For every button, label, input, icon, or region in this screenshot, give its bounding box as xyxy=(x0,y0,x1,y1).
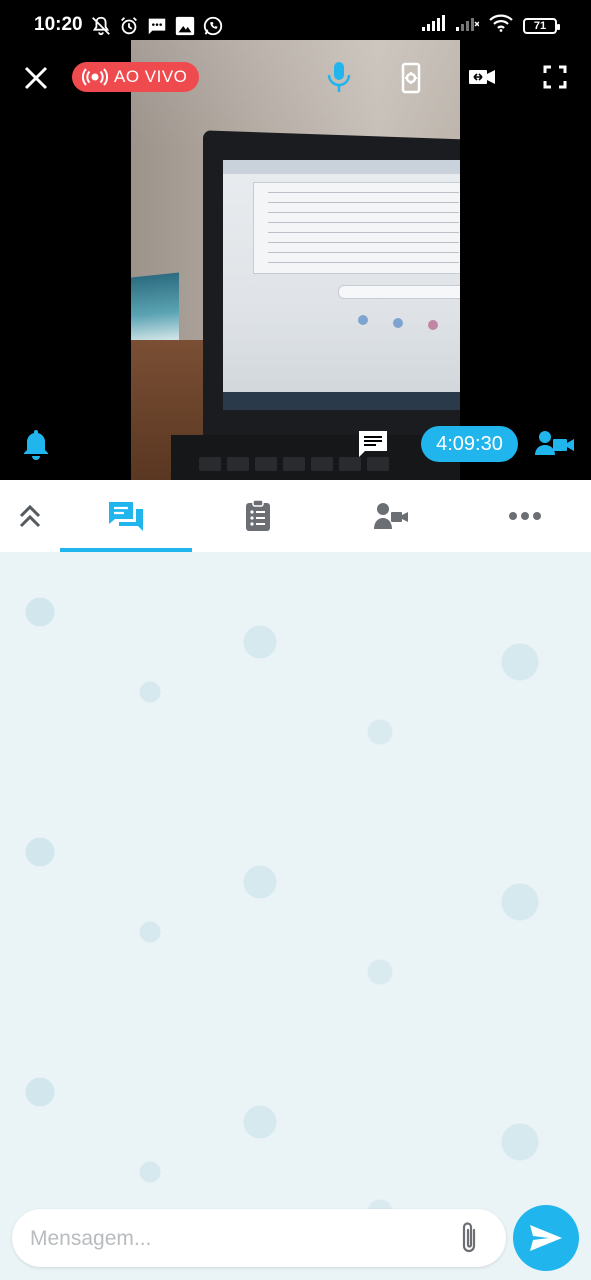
bell-icon xyxy=(24,430,48,460)
close-button[interactable] xyxy=(18,60,54,96)
messages-icon xyxy=(146,15,168,42)
camera-feed xyxy=(131,40,460,480)
attach-button[interactable] xyxy=(454,1221,484,1255)
chat-overlay-button[interactable] xyxy=(355,427,391,461)
live-video-area[interactable]: 10:20 71 AO VIVO 4:09:30 xyxy=(0,0,591,480)
camera-settings-icon xyxy=(401,62,421,94)
laptop-taskbar xyxy=(223,392,460,410)
chat-icon xyxy=(359,431,387,457)
chat-bubbles-icon xyxy=(109,502,143,531)
live-timer: 4:09:30 xyxy=(421,426,518,462)
image-icon xyxy=(174,15,196,42)
collapse-button[interactable] xyxy=(0,480,60,552)
whatsapp-icon xyxy=(202,15,224,42)
paperclip-icon xyxy=(462,1222,476,1253)
message-composer xyxy=(12,1209,506,1269)
laptop-screen xyxy=(223,160,460,410)
message-input[interactable] xyxy=(28,1209,442,1269)
double-chevron-up-icon xyxy=(19,504,41,528)
fullscreen-icon xyxy=(543,65,567,89)
status-system-icons: 71 xyxy=(421,14,560,37)
notification-bell-button[interactable] xyxy=(20,426,52,462)
tab-participants[interactable] xyxy=(324,480,458,552)
switch-camera-icon xyxy=(469,70,495,84)
battery-icon: 71 xyxy=(523,17,560,34)
microphone-button[interactable] xyxy=(322,58,356,96)
browser-tab-strip xyxy=(223,160,460,174)
tab-bar xyxy=(0,480,591,552)
wifi-icon xyxy=(489,14,513,37)
switch-camera-button[interactable] xyxy=(466,62,498,92)
status-bar: 10:20 71 xyxy=(0,0,591,52)
alarm-icon xyxy=(118,15,140,42)
microphone-icon xyxy=(327,62,351,92)
tab-more[interactable] xyxy=(458,480,591,552)
signal-weak-icon xyxy=(455,14,480,37)
shortcut-icon xyxy=(393,318,403,328)
clipboard-list-icon xyxy=(246,499,270,531)
shortcut-icon xyxy=(358,315,368,325)
broadcast-icon xyxy=(82,68,108,86)
live-label: AO VIVO xyxy=(114,67,188,86)
shortcut-icon xyxy=(428,320,438,330)
more-dots-icon xyxy=(508,512,541,520)
tab-notes[interactable] xyxy=(192,480,324,552)
user-camera-icon xyxy=(374,503,408,529)
browser-search-box xyxy=(338,285,460,299)
host-camera-icon xyxy=(535,431,574,455)
live-badge: AO VIVO xyxy=(72,62,200,92)
tab-chat[interactable] xyxy=(60,480,192,552)
send-icon xyxy=(530,1225,562,1251)
status-time: 10:20 xyxy=(34,14,83,35)
laptop-keyboard xyxy=(171,435,460,480)
browser-dropdown xyxy=(253,182,460,274)
host-camera-button[interactable] xyxy=(534,426,576,460)
send-button[interactable] xyxy=(513,1205,579,1271)
camera-settings-button[interactable] xyxy=(396,60,426,96)
fullscreen-button[interactable] xyxy=(540,62,570,92)
close-icon xyxy=(24,66,48,90)
chat-message-list[interactable] xyxy=(0,552,591,1280)
signal-icon xyxy=(421,14,445,37)
notifications-muted-icon xyxy=(90,15,112,42)
